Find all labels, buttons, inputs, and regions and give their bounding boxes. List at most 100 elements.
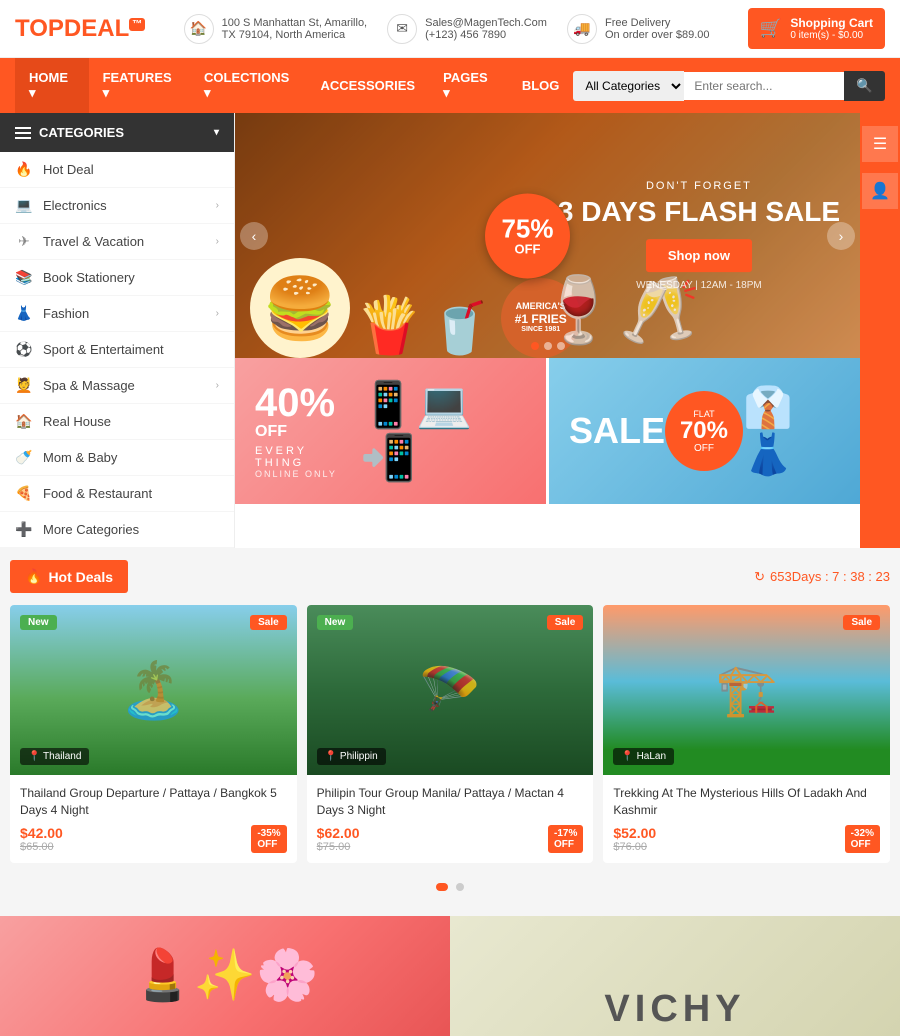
- hero-dot-3[interactable]: [557, 342, 565, 350]
- product-info: Philipin Tour Group Manila/ Pattaya / Ma…: [307, 775, 594, 863]
- nav-search: All Categories 🔍: [573, 71, 885, 101]
- logo-bottom: DEAL: [64, 15, 129, 42]
- sale-badge: Sale: [250, 615, 287, 630]
- food-icon: 🍕: [15, 485, 33, 502]
- sale-badge: Sale: [843, 615, 880, 630]
- sidebar-item-sport[interactable]: ⚽ Sport & Entertaiment: [0, 332, 234, 368]
- right-sidebar-menu-btn[interactable]: ☰: [862, 126, 898, 162]
- sidebar-item-real-house[interactable]: 🏠 Real House: [0, 404, 234, 440]
- hero-dot-1[interactable]: [531, 342, 539, 350]
- product-card-philippines: 🪂 New Sale 📍 Philippin Philipin Tour Gro…: [307, 605, 594, 863]
- sidebar-item-label: Spa & Massage: [43, 378, 135, 393]
- search-input[interactable]: [684, 72, 844, 100]
- sport-icon: ⚽: [15, 341, 33, 358]
- fashion-image: 👔👗: [743, 384, 840, 478]
- sidebar-item-label: Real House: [43, 414, 111, 429]
- sidebar-item-label: Sport & Entertaiment: [43, 342, 164, 357]
- sidebar-item-travel[interactable]: ✈ Travel & Vacation ›: [0, 224, 234, 260]
- search-button[interactable]: 🔍: [844, 71, 885, 101]
- product-price: $42.00 $65.00 -35%OFF: [20, 825, 287, 853]
- original-price: $75.00: [317, 841, 360, 853]
- product-image-thailand: 🏝️ New Sale 📍 Thailand: [10, 605, 297, 775]
- hot-deals-header: 🔥 Hot Deals ↻ 653Days : 7 : 38 : 23: [10, 560, 890, 593]
- product-info: Thailand Group Departure / Pattaya / Ban…: [10, 775, 297, 863]
- page-dot-1[interactable]: [436, 883, 448, 891]
- top-info: 🏠 100 S Manhattan St, Amarillo, TX 79104…: [184, 14, 710, 44]
- category-select[interactable]: All Categories: [573, 71, 684, 101]
- nav-features[interactable]: FEATURES ▾: [89, 58, 190, 113]
- discount-badge: -17%OFF: [548, 825, 583, 853]
- original-price: $76.00: [613, 841, 656, 853]
- delivery-info: 🚚 Free Delivery On order over $89.00: [567, 14, 710, 44]
- hero-dots: [531, 342, 565, 350]
- current-price: $62.00: [317, 825, 360, 841]
- hero-next-btn[interactable]: ›: [827, 222, 855, 250]
- hot-deal-icon: 🔥: [15, 161, 33, 178]
- cart-info: Shopping Cart 0 item(s) - $0.00: [790, 16, 873, 41]
- hot-deals-section: 🔥 Hot Deals ↻ 653Days : 7 : 38 : 23 🏝️ N…: [0, 548, 900, 911]
- sidebar-item-label: Fashion: [43, 306, 89, 321]
- new-badge: New: [20, 615, 57, 630]
- fashion-icon: 👗: [15, 305, 33, 322]
- current-price: $52.00: [613, 825, 656, 841]
- product-info: Trekking At The Mysterious Hills Of Lada…: [603, 775, 890, 863]
- sidebar-item-food[interactable]: 🍕 Food & Restaurant: [0, 476, 234, 512]
- nav-home[interactable]: HOME ▾: [15, 58, 89, 113]
- logo[interactable]: TOPDEAL™: [15, 15, 145, 43]
- logo-tag: ™: [129, 18, 145, 31]
- sidebar-item-spa[interactable]: 💆 Spa & Massage ›: [0, 368, 234, 404]
- new-badge: New: [317, 615, 354, 630]
- hero-title: 3 DAYS FLASH SALE: [558, 197, 840, 228]
- sidebar-item-label: Book Stationery: [43, 270, 135, 285]
- hero-badge-pct: 75%: [501, 215, 553, 241]
- nav-blog[interactable]: BLOG: [508, 66, 574, 105]
- hero-dot-2[interactable]: [544, 342, 552, 350]
- product-price: $62.00 $75.00 -17%OFF: [317, 825, 584, 853]
- hero-shop-btn[interactable]: Shop now: [646, 239, 752, 272]
- product-card-thailand: 🏝️ New Sale 📍 Thailand Thailand Group De…: [10, 605, 297, 863]
- right-sidebar-user-btn[interactable]: 👤: [862, 173, 898, 209]
- product-price: $52.00 $76.00 -32%OFF: [613, 825, 880, 853]
- product-image-halan: 🏗️ Sale 📍 HaLan: [603, 605, 890, 775]
- product-location: 📍 Thailand: [20, 748, 89, 765]
- sidebar-item-fashion[interactable]: 👗 Fashion ›: [0, 296, 234, 332]
- baby-icon: 🍼: [15, 449, 33, 466]
- hero-banner: 🍔 🍟 🥤 AMERICA'S #1 FRIES SINCE 1981 🍷🥂 D…: [235, 113, 860, 358]
- bottom-left-image: 💄✨🌸: [132, 946, 319, 1005]
- promo-left-banner[interactable]: 40% OFF EVERY THING ONLINE ONLY 📱💻📲: [235, 358, 546, 504]
- sidebar-item-hot-deal[interactable]: 🔥 Hot Deal: [0, 152, 234, 188]
- discount-badge: -32%OFF: [845, 825, 880, 853]
- sidebar-item-label: Hot Deal: [43, 162, 94, 177]
- bottom-left-banner[interactable]: 💄✨🌸: [0, 916, 450, 1036]
- sidebar-item-mom-baby[interactable]: 🍼 Mom & Baby: [0, 440, 234, 476]
- hero-badge-off: OFF: [515, 241, 541, 256]
- hero-prev-btn[interactable]: ‹: [240, 222, 268, 250]
- sidebar-item-label: Mom & Baby: [43, 450, 117, 465]
- email-icon: ✉: [387, 14, 417, 44]
- nav-pages[interactable]: PAGES ▾: [429, 58, 508, 113]
- house-icon: 🏠: [15, 413, 33, 430]
- product-card-halan: 🏗️ Sale 📍 HaLan Trekking At The Mysterio…: [603, 605, 890, 863]
- sidebar-toggle[interactable]: ▾: [214, 127, 219, 138]
- page-dot-2[interactable]: [456, 883, 464, 891]
- sidebar-item-book[interactable]: 📚 Book Stationery: [0, 260, 234, 296]
- cart-button[interactable]: 🛒 Shopping Cart 0 item(s) - $0.00: [748, 8, 885, 49]
- nav-accessories[interactable]: ACCESSORIES: [306, 66, 429, 105]
- sale-badge-circle: FLAT 70% OFF: [665, 391, 743, 471]
- hot-deals-timer: ↻ 653Days : 7 : 38 : 23: [754, 569, 890, 585]
- sidebar-item-label: Food & Restaurant: [43, 486, 152, 501]
- timer-icon: ↻: [754, 569, 765, 585]
- bottom-right-banner[interactable]: VICHY: [450, 916, 900, 1036]
- sidebar-header: CATEGORIES ▾: [0, 113, 234, 152]
- promo-right-banner[interactable]: SALE FLAT 70% OFF 👔👗: [549, 358, 860, 504]
- hot-deals-title: 🔥 Hot Deals: [10, 560, 128, 593]
- nav-collections[interactable]: COLECTIONS ▾: [190, 58, 306, 113]
- book-icon: 📚: [15, 269, 33, 286]
- sidebar-item-label: Travel & Vacation: [43, 234, 144, 249]
- address-text: 100 S Manhattan St, Amarillo, TX 79104, …: [222, 17, 368, 41]
- sidebar-item-electronics[interactable]: 💻 Electronics ›: [0, 188, 234, 224]
- address-icon: 🏠: [184, 14, 214, 44]
- hamburger-icon[interactable]: [15, 127, 31, 139]
- sidebar-item-label: Electronics: [43, 198, 107, 213]
- sidebar-item-more[interactable]: ➕ More Categories: [0, 512, 234, 548]
